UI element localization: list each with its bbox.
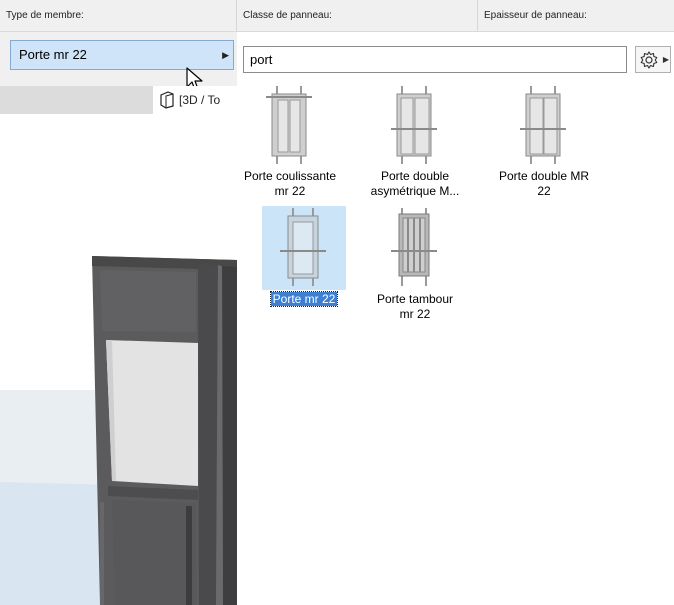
revolving-door-icon [391, 208, 437, 286]
library-item-label: Porte double asymétrique M... [370, 169, 460, 198]
member-type-value: Porte mr 22 [19, 47, 87, 62]
library-item-double-door[interactable] [502, 84, 586, 168]
library-item-label: Porte double MR 22 [498, 169, 590, 198]
search-input[interactable]: port [243, 46, 627, 73]
left-pane: Porte mr 22 ▶ [3D / To [0, 32, 237, 605]
library-item-label: Porte coulissante mr 22 [243, 169, 337, 198]
double-door-asym-icon [391, 86, 437, 164]
gear-icon [640, 51, 658, 69]
library-item-label-selected[interactable]: Porte mr 22 [249, 291, 359, 307]
search-value: port [250, 52, 273, 67]
panel-thickness-header: Epaisseur de panneau: [484, 10, 587, 21]
library-item-label: Porte tambour mr 22 [376, 292, 454, 321]
3d-box-icon [160, 91, 174, 109]
single-door-icon [280, 208, 326, 286]
member-type-header: Type de membre: [0, 0, 237, 31]
tab-3d-view[interactable]: [3D / To [153, 86, 237, 114]
panel-class-header: Classe de panneau: [237, 0, 478, 31]
library-item-sliding-door[interactable] [248, 84, 332, 168]
double-door-icon [520, 86, 566, 164]
settings-arrow-icon: ▶ [662, 55, 669, 64]
view-tab-label: [3D / To [179, 93, 221, 107]
header-row: Type de membre: Classe de panneau: Epais… [0, 0, 674, 32]
door-3d-model [0, 114, 237, 605]
library-item-revolving-door[interactable] [373, 206, 457, 290]
library-pane: port ▶ Porte coulissante mr 22 Porte dou… [237, 32, 674, 605]
3d-preview[interactable] [0, 114, 237, 605]
library-item-double-asym[interactable] [373, 84, 457, 168]
settings-button[interactable]: ▶ [635, 46, 671, 73]
library-item-single-door[interactable] [262, 206, 346, 290]
expand-arrow-icon[interactable]: ▶ [222, 41, 229, 69]
sliding-door-icon [266, 86, 312, 164]
